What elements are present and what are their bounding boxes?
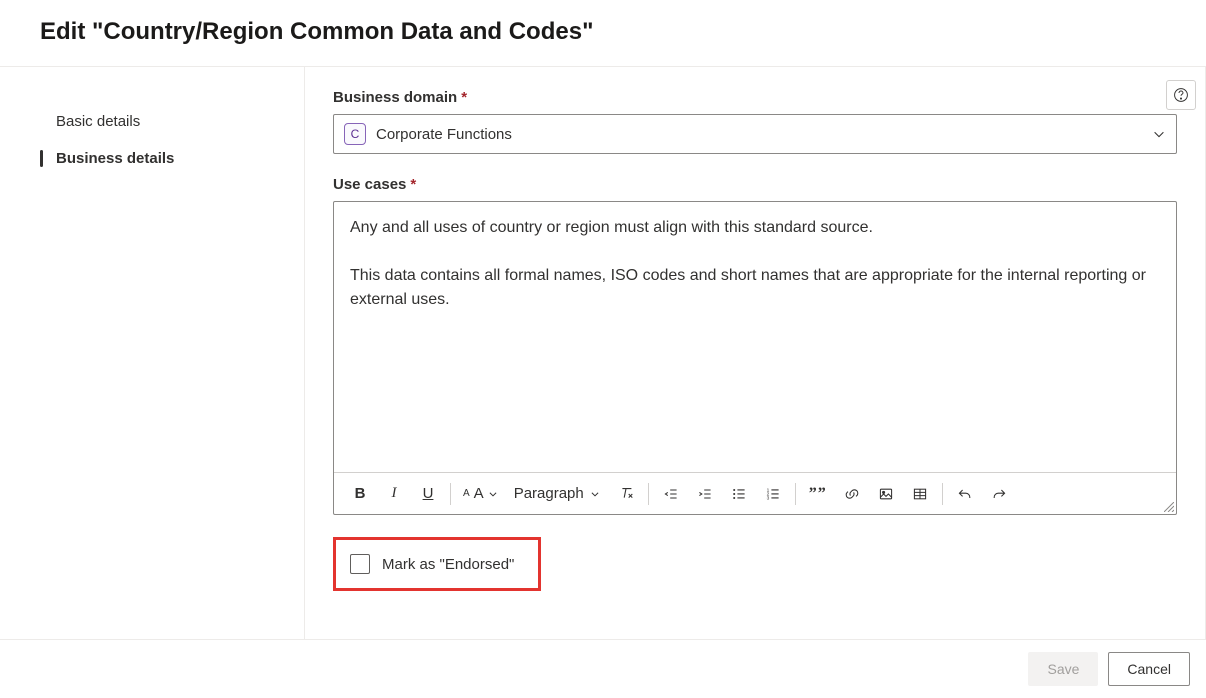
help-button[interactable] <box>1166 80 1196 110</box>
nav-item-basic-details[interactable]: Basic details <box>0 103 304 140</box>
quote-icon: ”” <box>809 485 827 503</box>
cancel-button[interactable]: Cancel <box>1108 652 1190 686</box>
quote-button[interactable]: ”” <box>802 478 834 510</box>
toolbar-separator <box>648 483 649 505</box>
image-icon <box>878 486 894 502</box>
nav-item-label: Basic details <box>56 113 140 130</box>
image-button[interactable] <box>870 478 902 510</box>
business-domain-select[interactable]: C Corporate Functions <box>333 114 1177 154</box>
nav-item-label: Business details <box>56 150 174 167</box>
required-marker: * <box>410 176 416 193</box>
table-button[interactable] <box>904 478 936 510</box>
bold-button[interactable]: B <box>344 478 376 510</box>
link-icon <box>844 486 860 502</box>
chevron-down-icon <box>488 489 498 499</box>
toolbar-separator <box>450 483 451 505</box>
chevron-down-icon <box>1152 127 1166 141</box>
font-size-dropdown[interactable]: AA <box>457 478 504 510</box>
endorsed-checkbox[interactable] <box>350 554 370 574</box>
use-cases-textarea[interactable]: Any and all uses of country or region mu… <box>334 202 1176 472</box>
editor-toolbar: B I U AA Paragraph <box>334 472 1176 514</box>
undo-icon <box>957 486 973 502</box>
toolbar-separator <box>795 483 796 505</box>
numbered-list-icon: 123 <box>765 486 781 502</box>
footer: Save Cancel <box>0 639 1206 698</box>
redo-button[interactable] <box>983 478 1015 510</box>
link-button[interactable] <box>836 478 868 510</box>
outdent-icon <box>663 486 679 502</box>
outdent-button[interactable] <box>655 478 687 510</box>
use-cases-editor: Any and all uses of country or region mu… <box>333 201 1177 515</box>
domain-badge: C <box>344 123 366 145</box>
business-domain-label: Business domain * <box>333 89 1177 106</box>
underline-button[interactable]: U <box>412 478 444 510</box>
bullet-list-icon <box>731 486 747 502</box>
sidebar-nav: Basic details Business details <box>0 67 305 639</box>
page-header: Edit "Country/Region Common Data and Cod… <box>0 0 1206 67</box>
save-button[interactable]: Save <box>1028 652 1098 686</box>
help-icon <box>1173 87 1189 103</box>
indent-icon <box>697 486 713 502</box>
undo-button[interactable] <box>949 478 981 510</box>
table-icon <box>912 486 928 502</box>
clear-format-icon <box>617 485 635 503</box>
redo-icon <box>991 486 1007 502</box>
main-content: Business domain * C Corporate Functions … <box>305 67 1206 639</box>
indent-button[interactable] <box>689 478 721 510</box>
clear-formatting-button[interactable] <box>610 478 642 510</box>
chevron-down-icon <box>590 489 600 499</box>
endorsed-highlight-box: Mark as "Endorsed" <box>333 537 541 591</box>
numbered-list-button[interactable]: 123 <box>757 478 789 510</box>
paragraph-style-dropdown[interactable]: Paragraph <box>506 478 608 510</box>
required-marker: * <box>461 89 467 106</box>
resize-icon <box>1164 502 1174 512</box>
bullet-list-button[interactable] <box>723 478 755 510</box>
italic-button[interactable]: I <box>378 478 410 510</box>
toolbar-separator <box>942 483 943 505</box>
use-cases-label: Use cases * <box>333 176 1177 193</box>
endorsed-label: Mark as "Endorsed" <box>382 556 514 573</box>
svg-text:3: 3 <box>766 495 769 501</box>
nav-item-business-details[interactable]: Business details <box>0 140 304 177</box>
page-title: Edit "Country/Region Common Data and Cod… <box>40 18 1166 46</box>
font-size-icon: A <box>463 488 470 499</box>
business-domain-value: Corporate Functions <box>376 126 1152 143</box>
resize-handle[interactable] <box>1164 502 1174 512</box>
